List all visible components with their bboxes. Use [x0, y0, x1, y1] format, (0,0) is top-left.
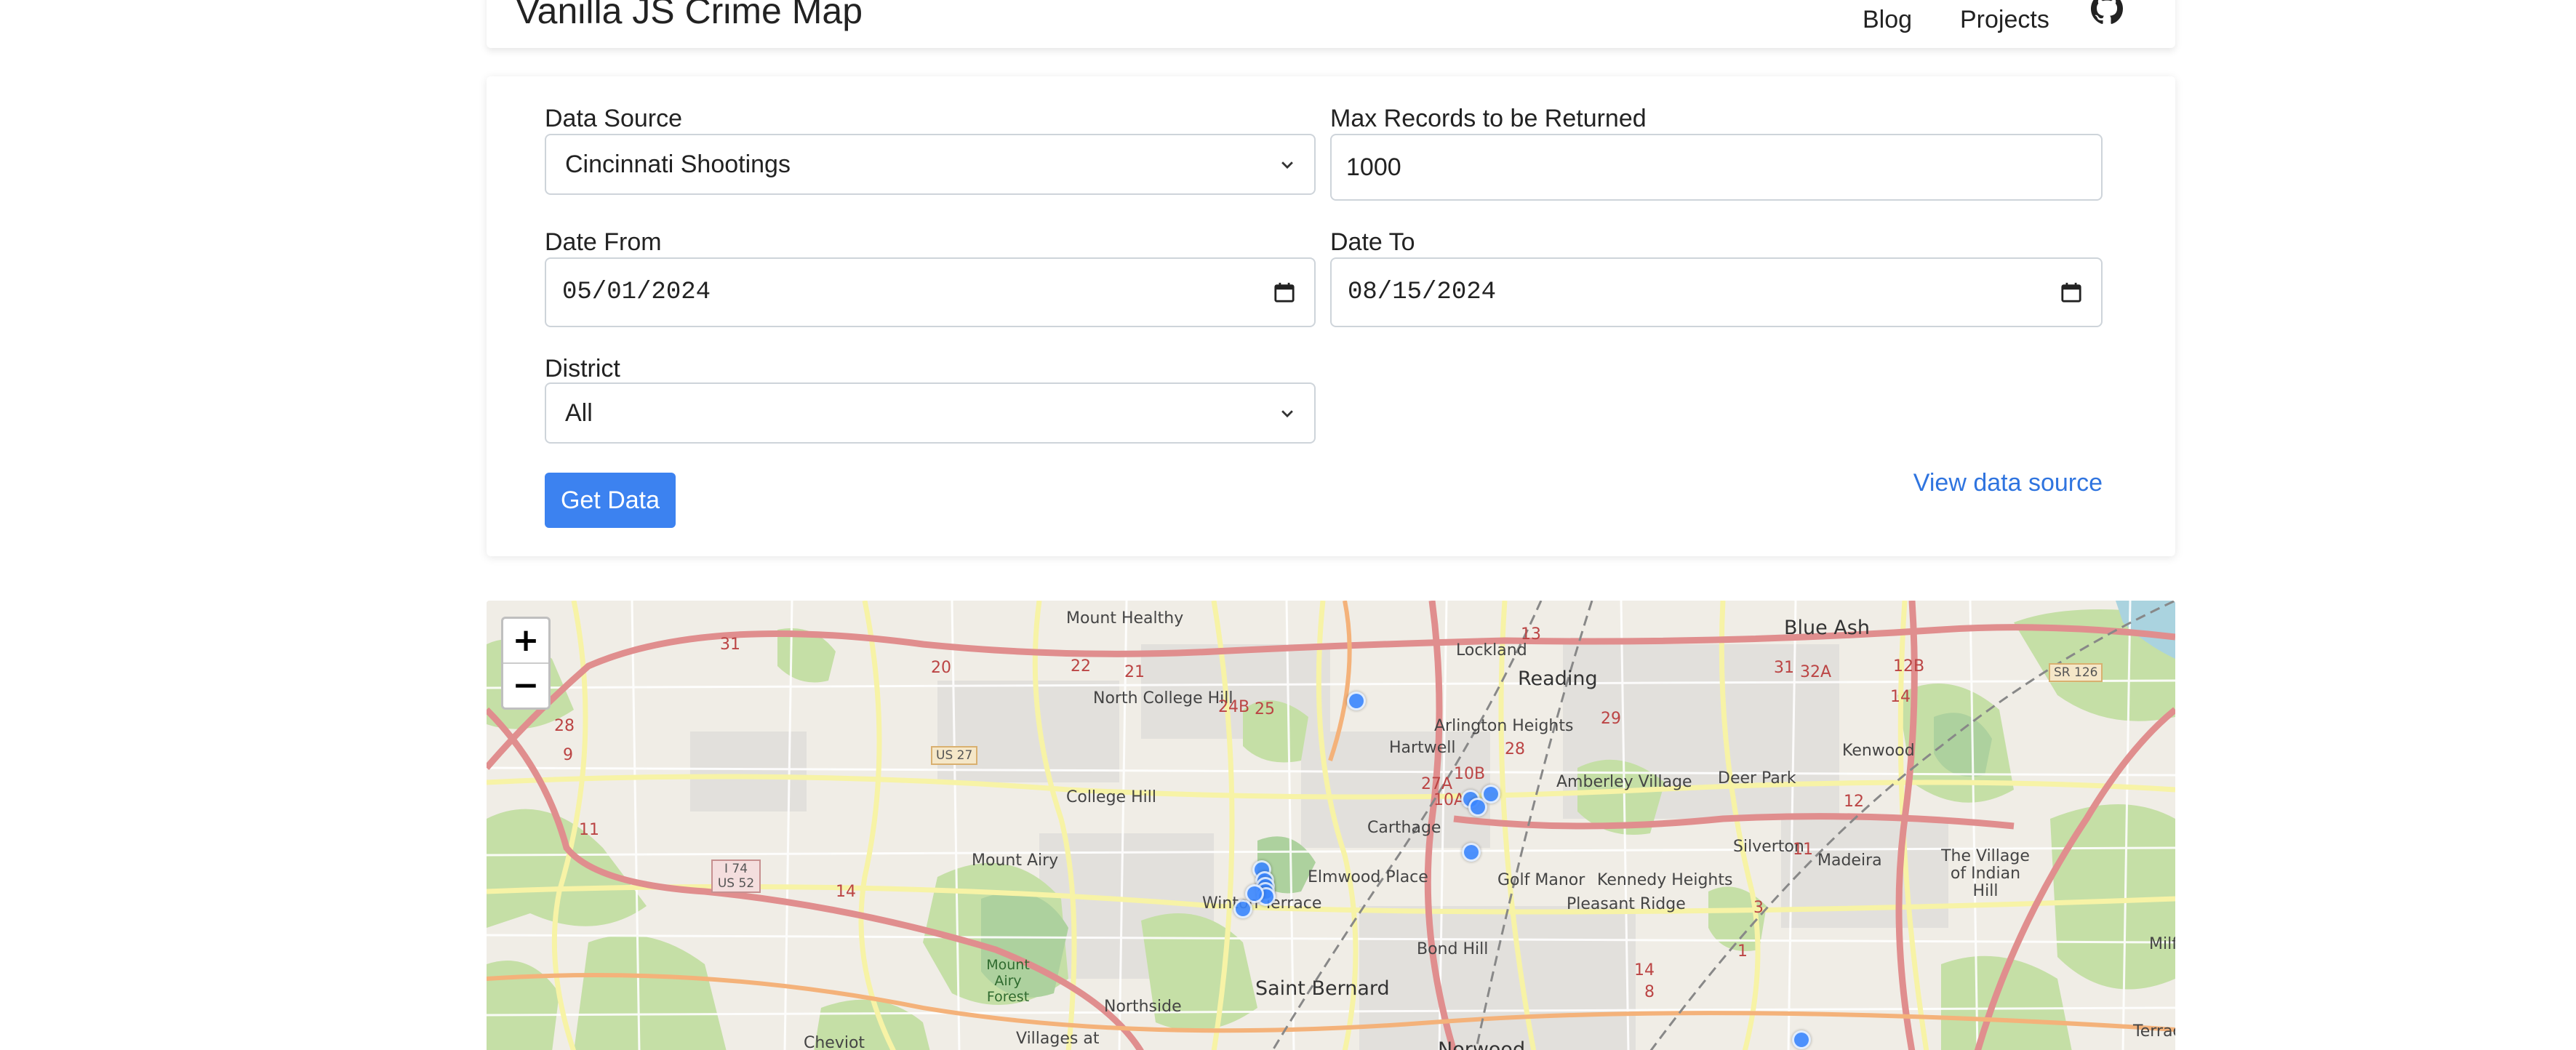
data-source-label: Data Source: [545, 105, 682, 132]
map-label: Milf: [2149, 935, 2175, 953]
map-label: Bond Hill: [1417, 940, 1489, 958]
query-form-card: Data Source Cincinnati Shootings Max Rec…: [487, 76, 2175, 556]
map-label: Cheviot: [804, 1034, 865, 1050]
chevron-down-icon: [1281, 161, 1293, 169]
route-number: 21: [1124, 663, 1145, 681]
map-label: Golf Manor: [1497, 871, 1585, 889]
route-number: 3: [1753, 899, 1764, 917]
map-label: Norwood: [1438, 1038, 1526, 1050]
route-shield: I 74 US 52: [711, 859, 761, 893]
nav-link-blog[interactable]: Blog: [1863, 5, 1912, 34]
route-number: 1: [1737, 942, 1748, 961]
map-label: Carthage: [1367, 819, 1441, 837]
route-number: 14: [1890, 688, 1911, 706]
zoom-in-button[interactable]: +: [503, 619, 548, 664]
district-value: All: [565, 398, 593, 427]
brand-title[interactable]: Vanilla JS Crime Map: [516, 0, 863, 29]
zoom-control: + −: [501, 617, 551, 710]
map-label: Northside: [1104, 998, 1182, 1016]
map-label: Saint Bernard: [1255, 977, 1390, 1000]
map-label: Elmwood Place: [1308, 868, 1428, 886]
route-number: 31: [1774, 659, 1794, 677]
route-number: 8: [1644, 983, 1655, 1001]
map-label: Kennedy Heights: [1597, 871, 1733, 889]
map-label: Lockland: [1456, 641, 1527, 660]
date-from-value: 05/01/2024: [562, 278, 711, 306]
calendar-icon[interactable]: [1273, 281, 1295, 303]
date-to-label: Date To: [1330, 228, 1415, 256]
route-shield: SR 126: [2049, 663, 2103, 682]
route-shield: US 27: [931, 746, 978, 765]
navbar: Vanilla JS Crime Map Blog Projects: [487, 0, 2175, 48]
map-label: Hartwell: [1389, 739, 1456, 757]
map-label: Mount Healthy: [1066, 609, 1184, 628]
github-icon[interactable]: [2091, 0, 2123, 25]
date-to-value: 08/15/2024: [1348, 278, 1497, 306]
map-label: Pleasant Ridge: [1567, 895, 1686, 913]
shooting-marker[interactable]: [1233, 899, 1252, 918]
route-number: 10A: [1433, 791, 1465, 809]
map-label: Madeira: [1817, 851, 1882, 870]
nav-link-projects[interactable]: Projects: [1960, 5, 2049, 34]
map-label: Kenwood: [1842, 742, 1915, 760]
route-number: 29: [1601, 710, 1621, 728]
max-records-input[interactable]: 1000: [1330, 134, 2103, 201]
route-number: 22: [1071, 657, 1091, 676]
map-label: The Village of Indian Hill: [1941, 847, 2030, 900]
zoom-out-button[interactable]: −: [503, 664, 548, 708]
shooting-marker[interactable]: [1462, 843, 1481, 862]
district-select[interactable]: All: [545, 382, 1316, 444]
date-from-label: Date From: [545, 228, 662, 256]
route-number: 14: [1634, 961, 1655, 979]
date-from-input[interactable]: 05/01/2024: [545, 257, 1316, 327]
map-label: Deer Park: [1718, 769, 1796, 788]
map-label: North College Hill: [1093, 689, 1233, 708]
route-number: 28: [554, 717, 575, 735]
map[interactable]: Mount Healthy North College Hill College…: [487, 601, 2175, 1050]
map-label: College Hill: [1066, 788, 1156, 806]
route-number: 14: [836, 883, 856, 901]
map-label: Villages at: [1016, 1030, 1100, 1048]
district-label: District: [545, 355, 620, 382]
map-label: Reading: [1518, 668, 1598, 690]
chevron-down-icon: [1281, 410, 1293, 418]
route-number: 11: [1793, 841, 1813, 859]
route-number: 12B: [1893, 657, 1925, 676]
route-number: 28: [1505, 740, 1525, 758]
route-number: 13: [1521, 625, 1541, 644]
shooting-marker[interactable]: [1347, 692, 1366, 710]
map-label: Amberley Village: [1556, 773, 1692, 791]
map-label: Terrace Park: [2133, 1022, 2175, 1041]
view-data-source-link[interactable]: View data source: [1913, 469, 2103, 497]
page: Vanilla JS Crime Map Blog Projects Data …: [0, 0, 2576, 1050]
date-to-input[interactable]: 08/15/2024: [1330, 257, 2103, 327]
route-number: 9: [563, 746, 573, 764]
map-label: Mount Airy: [972, 851, 1059, 870]
route-number: 24B: [1218, 698, 1250, 716]
get-data-button[interactable]: Get Data: [545, 473, 676, 528]
route-number: 25: [1255, 700, 1275, 718]
route-number: 20: [931, 659, 951, 677]
map-label: Arlington Heights: [1434, 717, 1574, 735]
route-number: 32A: [1800, 663, 1832, 681]
route-number: 12: [1844, 793, 1864, 811]
data-source-select[interactable]: Cincinnati Shootings: [545, 134, 1316, 195]
route-number: 11: [579, 821, 599, 839]
max-records-label: Max Records to be Returned: [1330, 105, 1647, 132]
map-label: Blue Ash: [1784, 617, 1870, 639]
shooting-marker[interactable]: [1481, 785, 1500, 803]
calendar-icon[interactable]: [2060, 281, 2082, 303]
route-number: 31: [720, 636, 740, 654]
data-source-value: Cincinnati Shootings: [565, 150, 791, 178]
max-records-value: 1000: [1346, 153, 1401, 181]
map-park-label: Mount Airy Forest: [986, 957, 1030, 1005]
shooting-marker[interactable]: [1792, 1030, 1811, 1049]
route-number: 10B: [1454, 765, 1486, 783]
